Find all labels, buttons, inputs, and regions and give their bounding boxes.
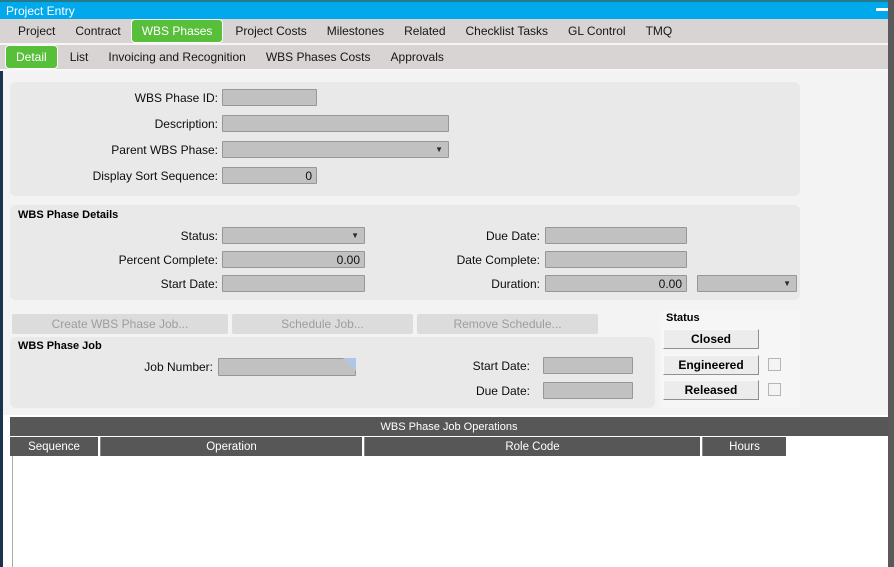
remove-schedule-button[interactable]: Remove Schedule...	[417, 314, 598, 334]
engineered-checkbox[interactable]	[768, 358, 781, 371]
display-sort-sequence-label: Display Sort Sequence:	[92, 169, 218, 183]
secondary-tab-bar: Detail List Invoicing and Recognition WB…	[0, 45, 894, 71]
tab-invoicing-and-recognition[interactable]: Invoicing and Recognition	[98, 47, 255, 67]
tab-gl-control[interactable]: GL Control	[558, 21, 636, 41]
due-date-label: Due Date:	[485, 229, 540, 243]
primary-tab-bar: Project Contract WBS Phases Project Cost…	[0, 19, 894, 45]
tab-project-costs[interactable]: Project Costs	[225, 21, 316, 41]
window-left-edge	[0, 71, 3, 567]
duration-unit-select[interactable]: ▼	[697, 275, 797, 292]
description-input[interactable]	[222, 115, 449, 132]
smart-field-corner-icon	[343, 358, 356, 371]
percent-complete-label: Percent Complete:	[118, 253, 218, 267]
engineered-button[interactable]: Engineered	[663, 355, 759, 375]
wbs-phase-details-title: WBS Phase Details	[18, 209, 119, 221]
tab-contract[interactable]: Contract	[65, 21, 130, 41]
wbs-phase-id-input[interactable]	[222, 89, 317, 106]
wbs-phase-id-label: WBS Phase ID:	[134, 91, 218, 105]
status-group: Status Closed Engineered Released	[660, 310, 800, 408]
chevron-down-icon: ▼	[783, 279, 791, 288]
column-header-sequence[interactable]: Sequence	[10, 437, 98, 456]
tab-detail[interactable]: Detail	[5, 45, 58, 69]
closed-button[interactable]: Closed	[663, 329, 759, 349]
start-date-label: Start Date:	[160, 277, 218, 291]
column-header-hours[interactable]: Hours	[702, 437, 786, 456]
tab-related[interactable]: Related	[394, 21, 455, 41]
tab-wbs-phases[interactable]: WBS Phases	[130, 19, 224, 43]
column-header-operation[interactable]: Operation	[100, 437, 362, 456]
window-right-edge	[888, 0, 894, 567]
date-complete-input[interactable]	[545, 251, 687, 268]
job-number-field-wrap	[218, 358, 356, 376]
tab-list[interactable]: List	[60, 47, 99, 67]
job-start-date-input[interactable]	[543, 357, 633, 374]
tab-project[interactable]: Project	[8, 21, 65, 41]
create-wbs-phase-job-button[interactable]: Create WBS Phase Job...	[12, 314, 228, 334]
parent-wbs-phase-select[interactable]: ▼	[222, 141, 449, 158]
duration-input[interactable]	[545, 275, 687, 292]
job-start-date-label: Start Date:	[472, 359, 530, 373]
description-label: Description:	[154, 117, 218, 131]
minimize-icon[interactable]	[876, 8, 888, 11]
schedule-job-button[interactable]: Schedule Job...	[232, 314, 413, 334]
date-complete-label: Date Complete:	[456, 253, 540, 267]
parent-wbs-phase-label: Parent WBS Phase:	[111, 143, 218, 157]
general-panel: WBS Phase ID: Description: Parent WBS Ph…	[10, 82, 800, 196]
tab-wbs-phases-costs[interactable]: WBS Phases Costs	[256, 47, 381, 67]
released-button[interactable]: Released	[663, 380, 759, 400]
status-group-title: Status	[666, 312, 700, 324]
released-checkbox[interactable]	[768, 383, 781, 396]
tab-tmq[interactable]: TMQ	[636, 21, 683, 41]
job-due-date-input[interactable]	[543, 382, 633, 399]
tab-approvals[interactable]: Approvals	[381, 47, 454, 67]
table-left-border	[12, 456, 13, 567]
status-label: Status:	[180, 229, 218, 243]
window-titlebar: Project Entry	[0, 0, 894, 19]
operations-table-title: WBS Phase Job Operations	[10, 417, 888, 436]
due-date-input[interactable]	[545, 227, 687, 244]
job-due-date-label: Due Date:	[475, 384, 530, 398]
display-sort-sequence-input[interactable]	[222, 167, 317, 184]
wbs-phase-details-panel: WBS Phase Details Status: ▼ Percent Comp…	[10, 205, 800, 300]
job-number-label: Job Number:	[144, 360, 213, 374]
tab-milestones[interactable]: Milestones	[317, 21, 394, 41]
column-header-role-code[interactable]: Role Code	[364, 437, 700, 456]
wbs-phase-job-title: WBS Phase Job	[18, 340, 102, 352]
wbs-phase-job-panel: WBS Phase Job Job Number: Start Date: Du…	[10, 337, 655, 408]
job-number-input[interactable]	[218, 358, 356, 376]
duration-label: Duration:	[491, 277, 540, 291]
chevron-down-icon: ▼	[435, 145, 443, 154]
tab-checklist-tasks[interactable]: Checklist Tasks	[456, 21, 558, 41]
window-title: Project Entry	[6, 3, 75, 18]
